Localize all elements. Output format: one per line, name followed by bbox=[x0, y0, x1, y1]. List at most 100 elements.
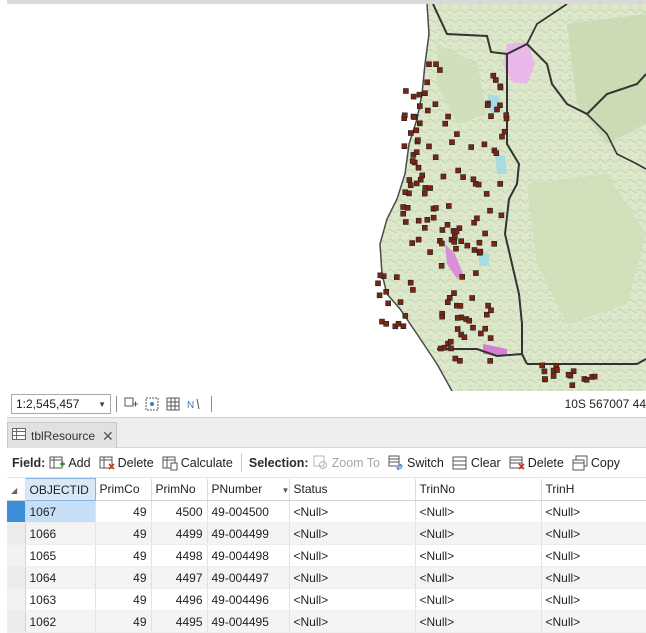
tab-label: tblResource bbox=[31, 428, 96, 443]
resource-point bbox=[432, 154, 439, 160]
table-cell[interactable]: 1065 bbox=[25, 544, 96, 567]
table-cell[interactable]: <Null> bbox=[541, 522, 646, 545]
resource-point bbox=[449, 139, 455, 145]
table-cell[interactable]: <Null> bbox=[415, 566, 542, 589]
copy-selection-button[interactable]: Copy bbox=[572, 455, 620, 471]
table-cell[interactable]: 49 bbox=[95, 544, 152, 567]
resource-point bbox=[393, 274, 400, 280]
resource-point bbox=[451, 290, 457, 296]
resource-point bbox=[407, 130, 414, 136]
table-cell[interactable]: 49-004496 bbox=[207, 588, 290, 611]
column-header-primno[interactable]: PrimNo bbox=[151, 478, 208, 501]
table-cell[interactable]: <Null> bbox=[289, 588, 416, 611]
resource-point bbox=[488, 307, 494, 314]
table-cell[interactable]: 49 bbox=[95, 500, 152, 523]
resource-point bbox=[413, 180, 420, 187]
table-cell[interactable]: 1063 bbox=[25, 588, 96, 611]
column-header-status[interactable]: Status bbox=[289, 478, 416, 501]
resource-point bbox=[485, 302, 491, 309]
table-cell[interactable]: 4499 bbox=[151, 522, 208, 545]
table-cell[interactable]: <Null> bbox=[415, 544, 542, 567]
table-cell[interactable]: 4500 bbox=[151, 500, 208, 523]
table-cell[interactable]: <Null> bbox=[415, 588, 542, 611]
resource-point bbox=[454, 326, 461, 332]
row-selector[interactable] bbox=[7, 566, 26, 589]
table-cell[interactable]: 4497 bbox=[151, 566, 208, 589]
table-header-row: ◢ OBJECTID PrimCo PrimNo PNumber ▼ Statu… bbox=[7, 478, 646, 501]
table-cell[interactable]: 49-004500 bbox=[207, 500, 290, 523]
table-cell[interactable]: 49-004499 bbox=[207, 522, 290, 545]
resource-point bbox=[458, 238, 465, 244]
delete-field-button[interactable]: Delete bbox=[99, 455, 154, 471]
table-cell[interactable]: <Null> bbox=[415, 522, 542, 545]
table-cell[interactable]: 49-004497 bbox=[207, 566, 290, 589]
close-icon[interactable]: ✕ bbox=[102, 429, 114, 443]
resource-point bbox=[497, 84, 504, 91]
north-arrow-icon[interactable]: N bbox=[185, 395, 203, 413]
table-cell[interactable]: <Null> bbox=[541, 544, 646, 567]
table-cell[interactable]: 1067 bbox=[25, 500, 96, 523]
column-header-label: PNumber bbox=[211, 482, 263, 497]
add-field-button[interactable]: Add bbox=[49, 455, 91, 471]
resource-point bbox=[455, 167, 462, 174]
table-cell[interactable]: 49 bbox=[95, 588, 152, 611]
resource-point bbox=[483, 191, 490, 197]
row-selector[interactable] bbox=[7, 522, 26, 545]
table-row[interactable]: 1065 49 4498 49-004498 <Null> <Null> <Null> bbox=[7, 544, 646, 567]
table-cell[interactable]: <Null> bbox=[415, 500, 542, 523]
coordinate-readout: 10S 567007 44 bbox=[564, 397, 646, 411]
table-cell[interactable]: <Null> bbox=[541, 500, 646, 523]
column-header-trinno[interactable]: TrinNo bbox=[415, 478, 542, 501]
resource-point bbox=[444, 222, 451, 228]
calculate-field-button[interactable]: Calculate bbox=[162, 455, 233, 471]
row-selector[interactable] bbox=[7, 500, 26, 523]
table-row[interactable]: 1066 49 4499 49-004499 <Null> <Null> <Null> bbox=[7, 522, 646, 545]
tab-strip: tblResource ✕ bbox=[7, 418, 646, 448]
add-field-label: Add bbox=[68, 455, 91, 470]
fixed-zoom-icon[interactable] bbox=[122, 395, 140, 413]
column-header-primco[interactable]: PrimCo bbox=[95, 478, 152, 501]
table-row[interactable]: 1067 49 4500 49-004500 <Null> <Null> <Null> bbox=[7, 500, 646, 523]
table-cell[interactable]: 1066 bbox=[25, 522, 96, 545]
table-cell[interactable]: <Null> bbox=[541, 588, 646, 611]
select-all-cell[interactable]: ◢ bbox=[7, 478, 26, 501]
table-cell[interactable]: <Null> bbox=[541, 566, 646, 589]
delete-rows-icon bbox=[509, 455, 525, 471]
table-cell[interactable]: 49 bbox=[95, 522, 152, 545]
resource-point bbox=[487, 335, 494, 341]
table-cell[interactable]: 49 bbox=[95, 566, 152, 589]
table-cell[interactable]: 1064 bbox=[25, 566, 96, 589]
table-cell[interactable]: <Null> bbox=[289, 522, 416, 545]
row-selector[interactable] bbox=[7, 588, 26, 611]
grid-icon[interactable] bbox=[164, 395, 182, 413]
table-row[interactable]: 1063 49 4496 49-004496 <Null> <Null> <Null> bbox=[7, 588, 646, 611]
map-canvas[interactable] bbox=[7, 4, 646, 391]
table-cell[interactable]: <Null> bbox=[289, 500, 416, 523]
resource-point bbox=[444, 299, 451, 306]
column-header-objectid[interactable]: OBJECTID bbox=[24, 478, 96, 501]
resource-point bbox=[427, 185, 433, 191]
tab-tblresource[interactable]: tblResource ✕ bbox=[7, 422, 117, 448]
row-selector[interactable] bbox=[7, 544, 26, 567]
clear-selection-button[interactable]: Clear bbox=[452, 455, 501, 471]
map-view[interactable] bbox=[7, 0, 646, 391]
table-cell[interactable]: 49-004498 bbox=[207, 544, 290, 567]
resource-point bbox=[490, 72, 497, 79]
table-cell[interactable]: <Null> bbox=[289, 566, 416, 589]
snapping-icon[interactable] bbox=[143, 395, 161, 413]
table-cell[interactable]: 4498 bbox=[151, 544, 208, 567]
divider bbox=[116, 396, 117, 412]
switch-selection-button[interactable]: Switch bbox=[388, 455, 444, 471]
column-header-pnumber[interactable]: PNumber ▼ bbox=[207, 478, 290, 501]
resource-point bbox=[410, 93, 417, 100]
resource-point bbox=[401, 143, 408, 149]
table-cell[interactable]: <Null> bbox=[289, 544, 416, 567]
zoom-to-button[interactable]: Zoom To bbox=[313, 455, 380, 471]
table-cell[interactable]: 4496 bbox=[151, 588, 208, 611]
table-row[interactable]: 1064 49 4497 49-004497 <Null> <Null> <Null> bbox=[7, 566, 646, 589]
resource-point bbox=[484, 102, 491, 108]
delete-selection-button[interactable]: Delete bbox=[509, 455, 564, 471]
resource-point bbox=[416, 120, 423, 127]
column-header-trinh[interactable]: TrinH bbox=[541, 478, 646, 501]
scale-selector[interactable]: 1:2,545,457 ▼ bbox=[11, 394, 111, 414]
